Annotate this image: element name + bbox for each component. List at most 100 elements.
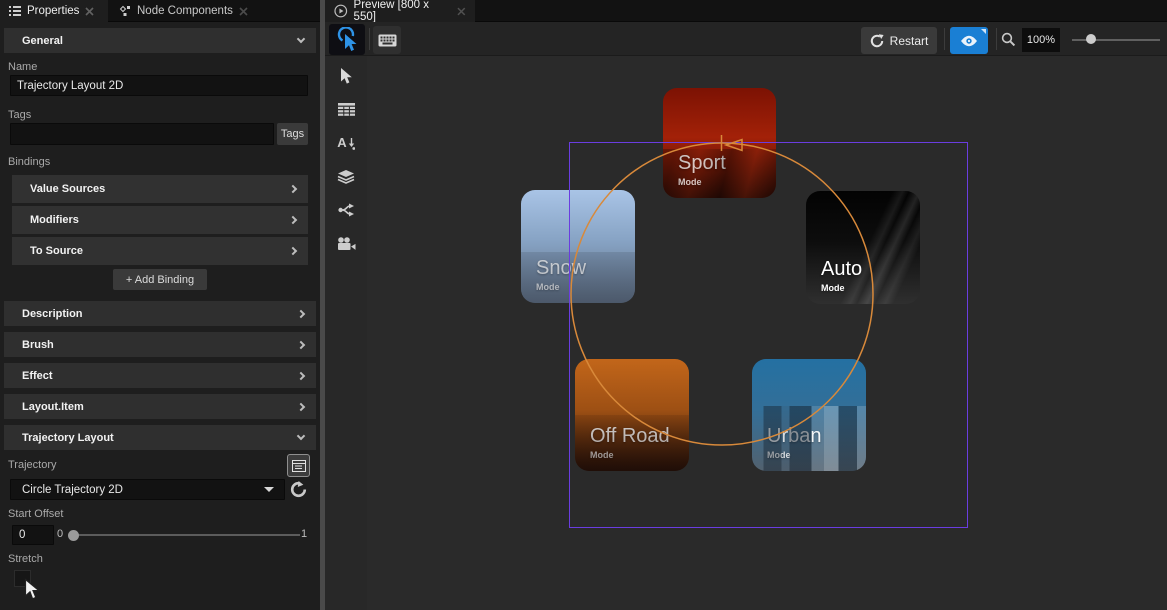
trajectory-editor-button[interactable] <box>287 454 310 477</box>
start-offset-slider-thumb[interactable] <box>68 530 79 541</box>
binding-row-label: Modifiers <box>30 214 79 226</box>
properties-list-icon <box>9 6 21 16</box>
node-components-icon <box>119 5 131 17</box>
trajectory-reset-button[interactable] <box>288 479 309 500</box>
mode-card-title: Sport <box>678 153 726 173</box>
binding-row-value-sources[interactable]: Value Sources <box>12 175 308 203</box>
keyboard-tool-button[interactable] <box>373 26 401 54</box>
mode-card-sport[interactable]: Sport Mode <box>663 88 776 198</box>
section-trajectory-layout[interactable]: Trajectory Layout <box>4 425 316 450</box>
mode-card-snow[interactable]: Snow Mode <box>521 190 635 303</box>
section-effect[interactable]: Effect <box>4 363 316 388</box>
chevron-right-icon <box>297 309 305 317</box>
add-binding-button[interactable]: + Add Binding <box>113 269 207 290</box>
zoom-slider-thumb[interactable] <box>1086 34 1096 44</box>
bindings-label: Bindings <box>8 156 50 168</box>
mode-card-sublabel: Mode <box>821 283 845 293</box>
trajectory-label: Trajectory <box>8 459 57 471</box>
grid-tool-button[interactable] <box>334 97 358 121</box>
preview-tabbar: Preview [800 x 550] <box>325 0 1167 22</box>
close-icon[interactable] <box>85 7 94 16</box>
mode-card-title: Auto <box>821 259 862 279</box>
mode-card-urban[interactable]: Urban Mode <box>752 359 866 471</box>
text-tool-button[interactable]: A <box>334 130 358 154</box>
mode-card-sublabel: Mode <box>536 282 560 292</box>
zoom-magnifier-icon <box>1001 32 1016 52</box>
section-description[interactable]: Description <box>4 301 316 326</box>
grid-icon <box>338 103 355 116</box>
trajectory-dropdown-value: Circle Trajectory 2D <box>22 484 123 496</box>
reset-icon <box>290 481 307 498</box>
name-label: Name <box>8 61 37 73</box>
eye-icon <box>960 35 978 47</box>
properties-panel: General Name Tags Tags Bindings Value So… <box>0 22 320 610</box>
mode-card-offroad[interactable]: Off Road Mode <box>575 359 689 471</box>
layers-icon <box>337 169 355 184</box>
section-brush[interactable]: Brush <box>4 332 316 357</box>
keyboard-icon <box>378 34 397 47</box>
trajectory-dropdown[interactable]: Circle Trajectory 2D <box>10 479 285 500</box>
mode-card-title: Off Road <box>590 426 670 446</box>
mode-card-sublabel: Mode <box>678 177 702 187</box>
toolbar-separator <box>369 28 370 50</box>
toolbar-separator <box>996 28 997 50</box>
toolbar-separator <box>944 28 945 50</box>
slider-max-label: 1 <box>301 528 307 540</box>
tab-preview[interactable]: Preview [800 x 550] <box>325 0 475 22</box>
tab-preview-label: Preview [800 x 550] <box>354 0 452 23</box>
tags-button[interactable]: Tags <box>277 123 308 145</box>
section-label: Effect <box>22 370 53 382</box>
start-offset-slider-track[interactable] <box>72 534 300 536</box>
mode-card-sublabel: Mode <box>590 450 614 460</box>
restart-label: Restart <box>890 34 929 48</box>
select-arrow-icon <box>339 67 354 85</box>
section-general[interactable]: General <box>4 28 316 53</box>
binding-row-modifiers[interactable]: Modifiers <box>12 206 308 234</box>
chevron-right-icon <box>297 402 305 410</box>
layers-tool-button[interactable] <box>334 164 358 188</box>
start-offset-input[interactable] <box>12 525 54 545</box>
tags-label: Tags <box>8 109 31 121</box>
stretch-checkbox[interactable] <box>14 570 31 587</box>
stretch-label: Stretch <box>8 553 43 565</box>
name-input[interactable] <box>10 75 308 96</box>
binding-row-to-source[interactable]: To Source <box>12 237 308 265</box>
start-offset-label: Start Offset <box>8 508 63 520</box>
tab-properties[interactable]: Properties <box>0 0 108 22</box>
camera-tool-button[interactable] <box>334 232 358 256</box>
text-tool-arrow-icon <box>348 138 355 150</box>
section-label: Brush <box>22 339 54 351</box>
tab-node-components-label: Node Components <box>137 5 233 17</box>
interact-cursor-icon <box>335 27 359 53</box>
tags-input[interactable] <box>10 123 274 145</box>
tab-properties-label: Properties <box>27 5 79 17</box>
chevron-down-icon <box>297 35 305 43</box>
analyze-eye-button[interactable] <box>950 27 988 54</box>
restart-icon <box>870 34 884 48</box>
chevron-right-icon <box>289 247 297 255</box>
section-general-label: General <box>22 35 63 47</box>
zoom-value-box[interactable]: 100% <box>1022 28 1060 52</box>
dropdown-caret-icon <box>264 487 274 492</box>
interact-tool-button[interactable] <box>329 24 365 55</box>
zoom-value: 100% <box>1027 34 1055 46</box>
select-tool-button[interactable] <box>334 64 358 88</box>
open-editor-icon <box>292 460 306 472</box>
mode-card-auto[interactable]: Auto Mode <box>806 191 920 304</box>
connections-tool-button[interactable] <box>334 198 358 222</box>
mode-card-sublabel: Mode <box>767 450 791 460</box>
close-icon[interactable] <box>457 7 466 16</box>
restart-button[interactable]: Restart <box>861 27 937 54</box>
chevron-right-icon <box>297 340 305 348</box>
section-layout-item[interactable]: Layout.Item <box>4 394 316 419</box>
left-tabbar: Properties Node Components <box>0 0 320 22</box>
binding-row-label: To Source <box>30 245 83 257</box>
section-label: Description <box>22 308 83 320</box>
mode-card-title: Urban <box>767 426 821 446</box>
binding-row-label: Value Sources <box>30 183 105 195</box>
mode-card-title: Snow <box>536 258 586 278</box>
tab-node-components[interactable]: Node Components <box>110 0 258 22</box>
chevron-right-icon <box>289 216 297 224</box>
close-icon[interactable] <box>239 7 248 16</box>
chevron-down-icon <box>297 432 305 440</box>
